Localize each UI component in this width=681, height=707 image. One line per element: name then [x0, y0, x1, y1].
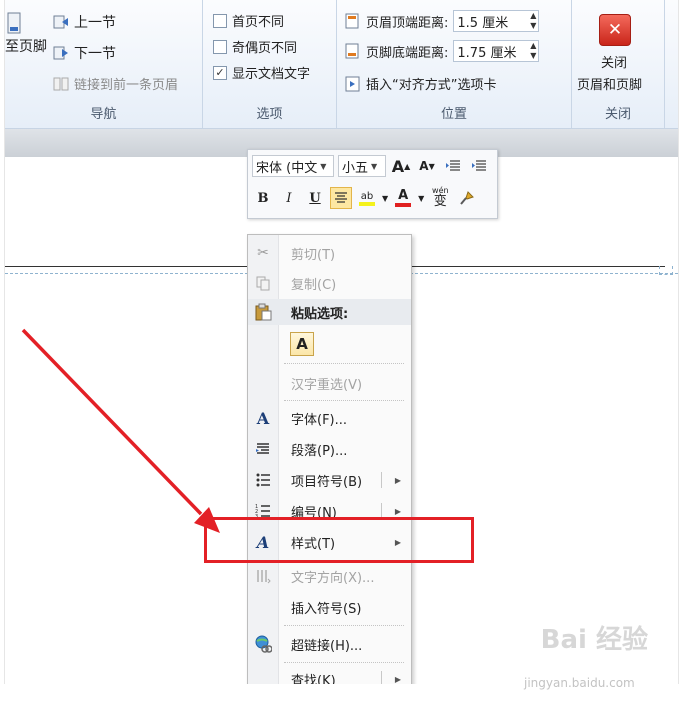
word-window: 至页脚 上一节 下一节 链接到前一条页眉 导航 首页不同 奇偶页不同 ✓ 显示文…: [4, 0, 679, 684]
baidu-watermark: Bai 经验: [541, 619, 648, 656]
red-arrow-annotation: [21, 328, 220, 533]
watermark-url: jingyan.baidu.com: [524, 676, 635, 690]
watermark-brand: Bai 经验: [540, 625, 648, 655]
